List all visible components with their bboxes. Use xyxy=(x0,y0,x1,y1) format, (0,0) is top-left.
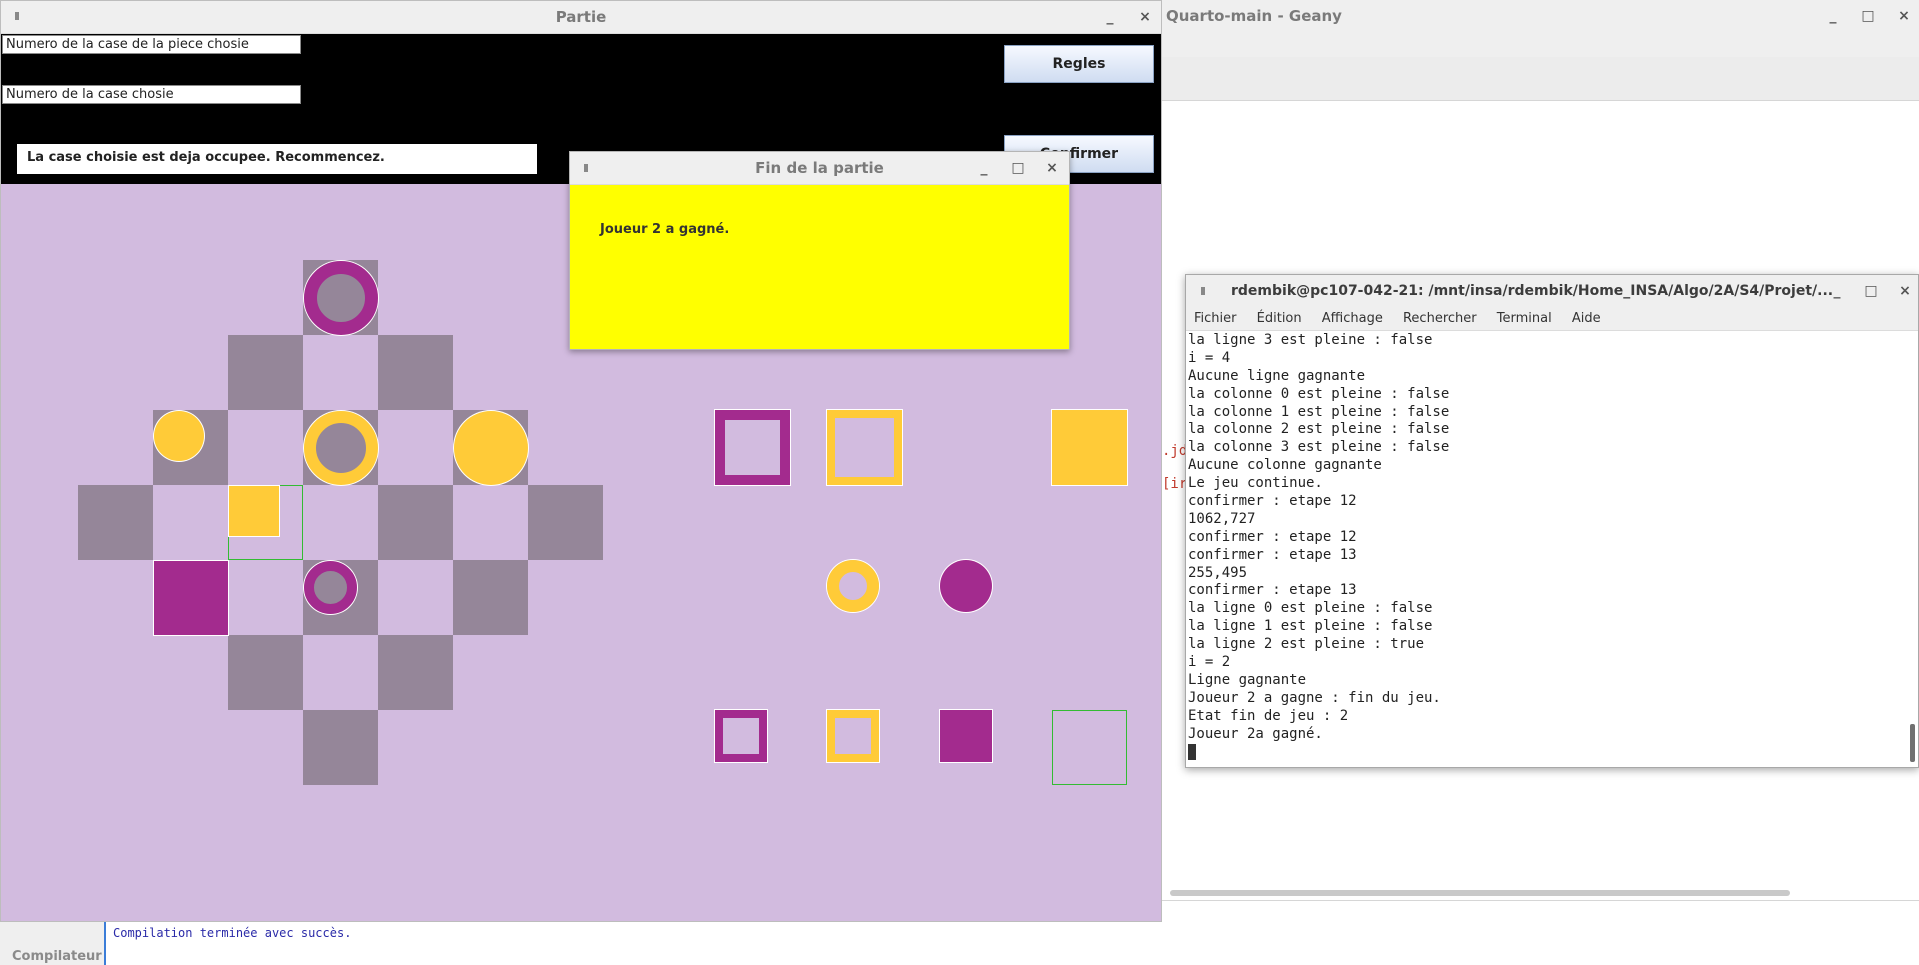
terminal-output[interactable]: la ligne 3 est pleine : false i = 4 Aucune… xyxy=(1188,332,1903,766)
available-piece-yellow-square-hollow[interactable] xyxy=(827,410,902,485)
terminal-line: Ligne gagnante xyxy=(1188,671,1307,688)
editor-fragment: .jd xyxy=(1162,443,1188,459)
terminal-line: confirmer : etape 13 xyxy=(1188,546,1357,563)
terminal-line: confirmer : etape 12 xyxy=(1188,528,1357,545)
geany-title: Quarto-main - Geany xyxy=(1166,7,1342,25)
terminal-title: rdembik@pc107-042-21: /mnt/insa/rdembik/… xyxy=(1231,283,1834,299)
partie-menu-icon[interactable] xyxy=(15,12,19,20)
piece-yellow-square-small xyxy=(229,486,279,536)
board-cell[interactable] xyxy=(378,635,453,710)
available-piece-purple-square-small[interactable] xyxy=(940,710,992,762)
menu-rechercher[interactable]: Rechercher xyxy=(1403,311,1477,326)
menu-aide[interactable]: Aide xyxy=(1572,311,1601,326)
menu-edition[interactable]: Édition xyxy=(1257,311,1302,326)
terminal-line: la colonne 0 est pleine : false xyxy=(1188,385,1450,402)
available-piece-yellow-square[interactable] xyxy=(1052,410,1127,485)
regles-button[interactable]: Regles xyxy=(1004,45,1154,83)
menu-fichier[interactable]: Fichier xyxy=(1194,311,1237,326)
board-cell[interactable] xyxy=(528,485,603,560)
terminal-line: Aucune colonne gagnante xyxy=(1188,457,1382,474)
board-cell[interactable] xyxy=(78,485,153,560)
piece-yellow-round-hollow xyxy=(304,411,378,485)
terminal-line: confirmer : etape 13 xyxy=(1188,582,1357,599)
minimize-icon[interactable]: _ xyxy=(1099,1,1121,33)
minimize-icon[interactable]: _ xyxy=(973,152,995,184)
board-cell[interactable] xyxy=(228,635,303,710)
terminal-line: la ligne 3 est pleine : false xyxy=(1188,332,1433,348)
piece-purple-round-hollow xyxy=(304,261,378,335)
terminal-line: 255,495 xyxy=(1188,564,1248,581)
end-dialog: Fin de la partie _ □ × Joueur 2 a gagné. xyxy=(569,151,1070,350)
terminal-line: Joueur 2 a gagne : fin du jeu. xyxy=(1188,689,1441,706)
terminal-line: Joueur 2a gagné. xyxy=(1188,725,1323,742)
piece-purple-square xyxy=(154,561,228,635)
terminal-line: la ligne 1 est pleine : false xyxy=(1188,618,1433,635)
terminal-line: Etat fin de jeu : 2 xyxy=(1188,707,1349,724)
tab-compilateur[interactable]: Compilateur xyxy=(12,949,102,964)
geany-message-area xyxy=(1160,900,1919,965)
terminal-line: i = 4 xyxy=(1188,349,1231,366)
partie-window: Partie _ × Numero de la case de la piece… xyxy=(0,0,1162,922)
target-cell-field[interactable]: Numero de la case chosie xyxy=(2,85,301,104)
compiler-tab-strip: Compilateur xyxy=(0,922,106,965)
terminal-line: Aucune ligne gagnante xyxy=(1188,367,1366,384)
dialog-menu-icon[interactable] xyxy=(584,164,588,172)
geany-titlebar: Quarto-main - Geany _ □ × xyxy=(1160,0,1919,32)
terminal-titlebar: rdembik@pc107-042-21: /mnt/insa/rdembik/… xyxy=(1186,275,1918,307)
geany-hscrollbar[interactable] xyxy=(1170,890,1790,896)
terminal-line: i = 2 xyxy=(1188,654,1231,671)
board-cell[interactable] xyxy=(228,335,303,410)
status-message: La case choisie est deja occupee. Recomm… xyxy=(17,144,537,174)
terminal-menu-icon[interactable] xyxy=(1201,287,1205,295)
board-cell[interactable] xyxy=(453,560,528,635)
terminal-line: la colonne 3 est pleine : false xyxy=(1188,439,1450,456)
compiler-message: Compilation terminée avec succès. xyxy=(113,926,352,940)
maximize-icon[interactable]: □ xyxy=(1007,152,1029,184)
board-cell[interactable] xyxy=(378,335,453,410)
dialog-title: Fin de la partie xyxy=(755,159,884,177)
piece-yellow-round-small xyxy=(154,411,204,461)
dialog-message: Joueur 2 a gagné. xyxy=(600,222,730,237)
available-piece-purple-round-small[interactable] xyxy=(940,560,992,612)
partie-titlebar: Partie _ × xyxy=(1,1,1161,34)
piece-yellow-round xyxy=(454,411,528,485)
close-icon[interactable]: × xyxy=(1134,1,1156,33)
menu-affichage[interactable]: Affichage xyxy=(1322,311,1383,326)
menu-terminal[interactable]: Terminal xyxy=(1497,311,1552,326)
maximize-icon[interactable]: □ xyxy=(1860,275,1882,307)
terminal-line: la ligne 0 est pleine : false xyxy=(1188,600,1433,617)
piece-purple-round-hollow-small xyxy=(304,561,357,614)
terminal-cursor xyxy=(1188,744,1196,761)
terminal-line: 1062,727 xyxy=(1188,510,1256,527)
partie-title: Partie xyxy=(555,8,607,26)
terminal-line: Le jeu continue. xyxy=(1188,475,1323,492)
board-cell[interactable] xyxy=(378,485,453,560)
terminal-line: la colonne 2 est pleine : false xyxy=(1188,421,1450,438)
editor-fragment: [ir xyxy=(1162,476,1188,492)
terminal-scrollbar[interactable] xyxy=(1910,724,1915,762)
minimize-icon[interactable]: _ xyxy=(1822,0,1844,32)
selection-slot[interactable] xyxy=(1052,710,1127,785)
terminal-window: rdembik@pc107-042-21: /mnt/insa/rdembik/… xyxy=(1185,274,1919,768)
board-cell[interactable] xyxy=(303,710,378,785)
terminal-line: confirmer : etape 12 xyxy=(1188,493,1357,510)
compiler-panel: Compilateur Compilation terminée avec su… xyxy=(0,922,1160,965)
piece-cell-field[interactable]: Numero de la case de la piece chosie xyxy=(2,35,301,54)
close-icon[interactable]: × xyxy=(1893,0,1915,32)
terminal-line: la colonne 1 est pleine : false xyxy=(1188,403,1450,420)
available-piece-purple-square-hollow[interactable] xyxy=(715,410,790,485)
maximize-icon[interactable]: □ xyxy=(1857,0,1879,32)
close-icon[interactable]: × xyxy=(1041,152,1063,184)
geany-toolbar xyxy=(1160,57,1919,101)
dialog-titlebar: Fin de la partie _ □ × xyxy=(570,152,1069,185)
available-piece-yellow-round-hollow-small[interactable] xyxy=(827,560,879,612)
close-icon[interactable]: × xyxy=(1894,275,1916,307)
minimize-icon[interactable]: _ xyxy=(1826,275,1848,307)
geany-menubar xyxy=(1160,32,1919,57)
available-piece-yellow-square-hollow-small[interactable] xyxy=(827,710,879,762)
terminal-line: la ligne 2 est pleine : true xyxy=(1188,636,1425,653)
available-piece-purple-square-hollow-small[interactable] xyxy=(715,710,767,762)
terminal-menubar: Fichier Édition Affichage Rechercher Ter… xyxy=(1186,307,1918,331)
